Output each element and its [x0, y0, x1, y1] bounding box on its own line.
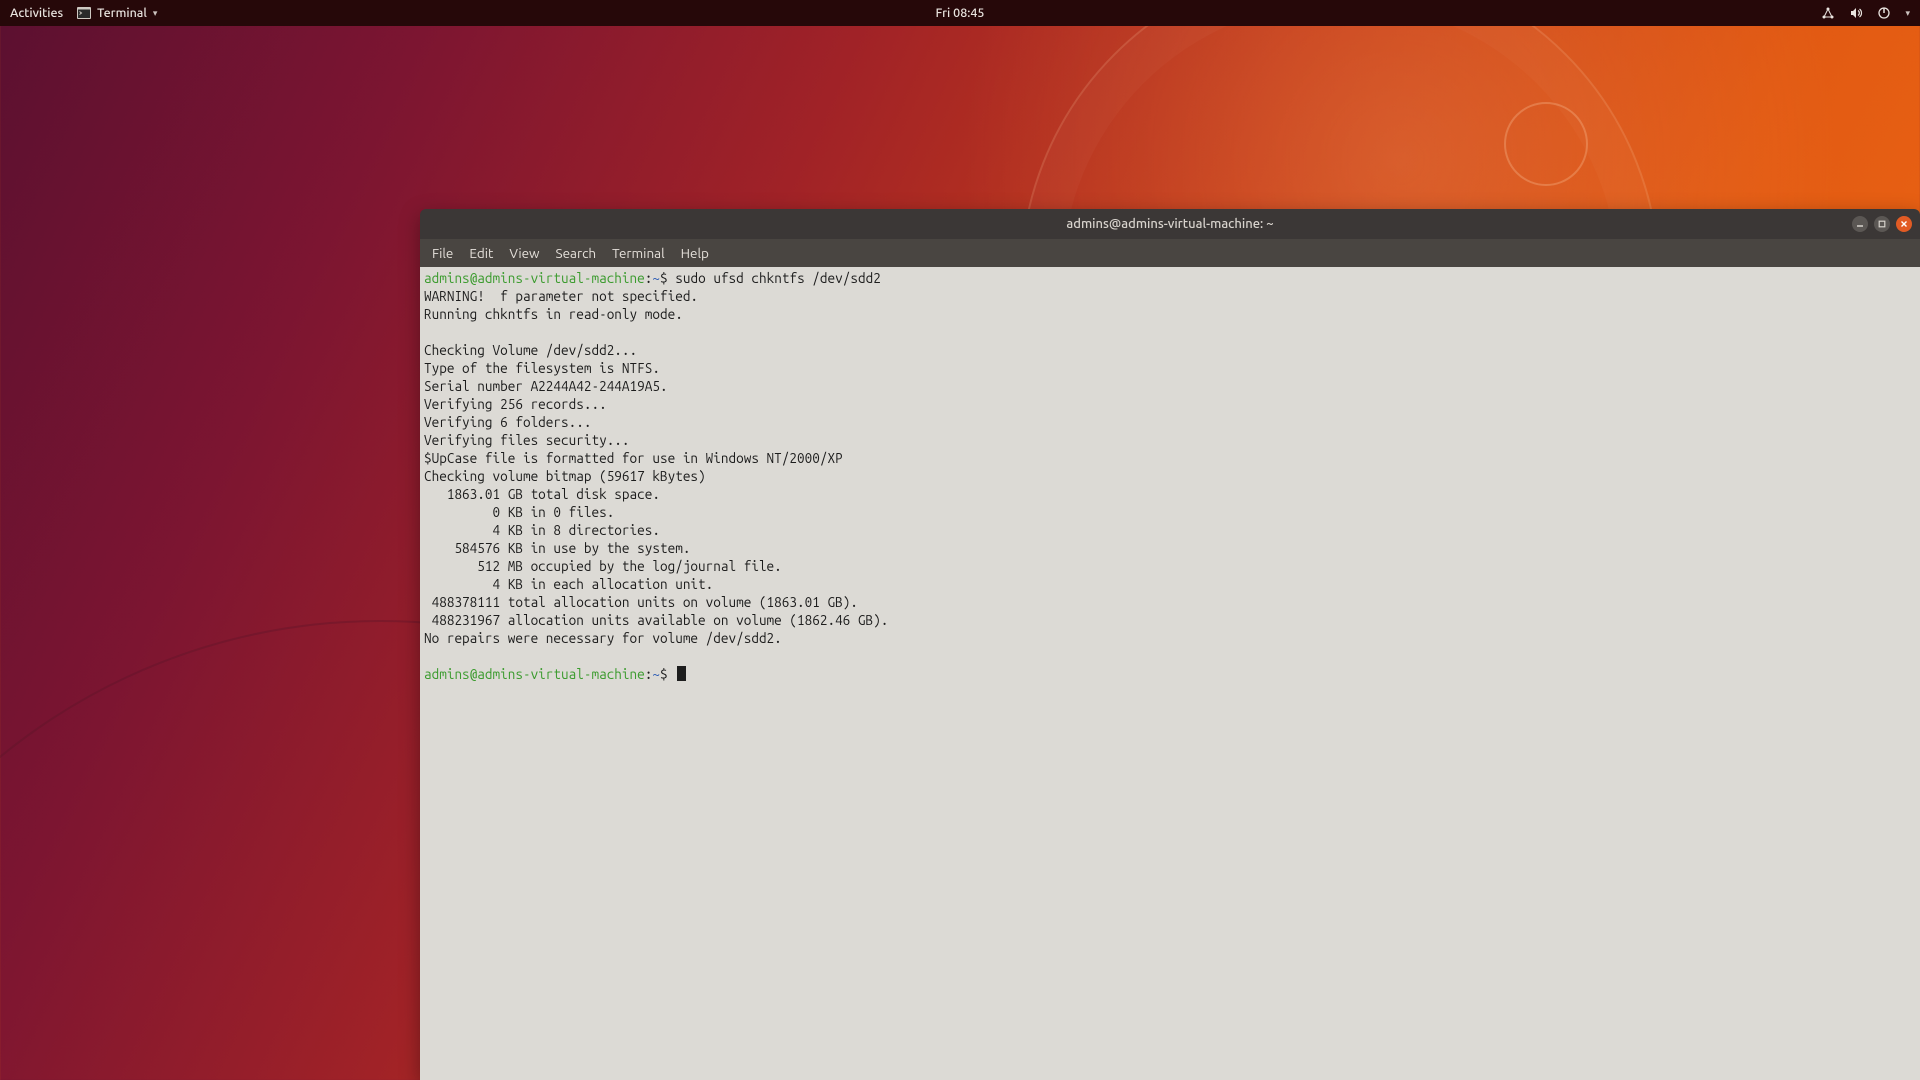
output-line: Checking Volume /dev/sdd2... — [424, 342, 637, 358]
output-line: Checking volume bitmap (59617 kBytes) — [424, 468, 706, 484]
menu-help[interactable]: Help — [681, 245, 709, 261]
window-minimize-button[interactable] — [1852, 216, 1868, 232]
prompt-path: ~ — [652, 270, 660, 286]
system-menu-chevron-icon[interactable]: ▾ — [1905, 8, 1910, 19]
terminal-window: admins@admins-virtual-machine: ~ File Ed… — [420, 209, 1920, 1080]
output-line: WARNING! f parameter not specified. — [424, 288, 698, 304]
menu-search[interactable]: Search — [556, 245, 597, 261]
output-line: 4 KB in 8 directories. — [424, 522, 660, 538]
prompt-path: ~ — [652, 666, 660, 682]
output-line: Serial number A2244A42-244A19A5. — [424, 378, 668, 394]
terminal-cursor — [677, 666, 686, 681]
gnome-top-bar: Activities Terminal ▾ Fri 08:45 ▾ — [0, 0, 1920, 26]
menu-edit[interactable]: Edit — [469, 245, 493, 261]
clock[interactable]: Fri 08:45 — [936, 6, 985, 20]
window-title: admins@admins-virtual-machine: ~ — [1066, 217, 1273, 231]
window-titlebar[interactable]: admins@admins-virtual-machine: ~ — [420, 209, 1920, 239]
output-line: 0 KB in 0 files. — [424, 504, 614, 520]
output-line: Running chkntfs in read-only mode. — [424, 306, 683, 322]
output-line: Verifying 256 records... — [424, 396, 607, 412]
output-line: 1863.01 GB total disk space. — [424, 486, 660, 502]
output-line: 4 KB in each allocation unit. — [424, 576, 713, 592]
network-icon[interactable] — [1821, 6, 1835, 20]
terminal-app-icon — [77, 7, 91, 19]
window-maximize-button[interactable] — [1874, 216, 1890, 232]
activities-button[interactable]: Activities — [10, 6, 63, 20]
prompt-user: admins@admins-virtual-machine — [424, 666, 645, 682]
output-line: $UpCase file is formatted for use in Win… — [424, 450, 843, 466]
prompt-sigil: $ — [660, 270, 668, 286]
output-line: Verifying files security... — [424, 432, 630, 448]
terminal-menubar: File Edit View Search Terminal Help — [420, 239, 1920, 267]
output-line: 488231967 allocation units available on … — [424, 612, 888, 628]
output-line: 512 MB occupied by the log/journal file. — [424, 558, 782, 574]
output-line: 488378111 total allocation units on volu… — [424, 594, 858, 610]
window-controls — [1852, 216, 1912, 232]
output-line: No repairs were necessary for volume /de… — [424, 630, 782, 646]
output-line: 584576 KB in use by the system. — [424, 540, 690, 556]
terminal-viewport[interactable]: admins@admins-virtual-machine:~$ sudo uf… — [420, 267, 1920, 1080]
volume-icon[interactable] — [1849, 6, 1863, 20]
prompt-user: admins@admins-virtual-machine — [424, 270, 645, 286]
chevron-down-icon: ▾ — [153, 8, 158, 19]
app-menu-label: Terminal — [97, 6, 147, 20]
menu-terminal[interactable]: Terminal — [612, 245, 665, 261]
output-line: Type of the filesystem is NTFS. — [424, 360, 660, 376]
menu-view[interactable]: View — [509, 245, 539, 261]
window-close-button[interactable] — [1896, 216, 1912, 232]
prompt-sigil: $ — [660, 666, 668, 682]
output-line: Verifying 6 folders... — [424, 414, 591, 430]
cmd-line-1: sudo ufsd chkntfs /dev/sdd2 — [675, 270, 881, 286]
app-menu[interactable]: Terminal ▾ — [77, 6, 157, 20]
menu-file[interactable]: File — [432, 245, 453, 261]
power-icon[interactable] — [1877, 6, 1891, 20]
